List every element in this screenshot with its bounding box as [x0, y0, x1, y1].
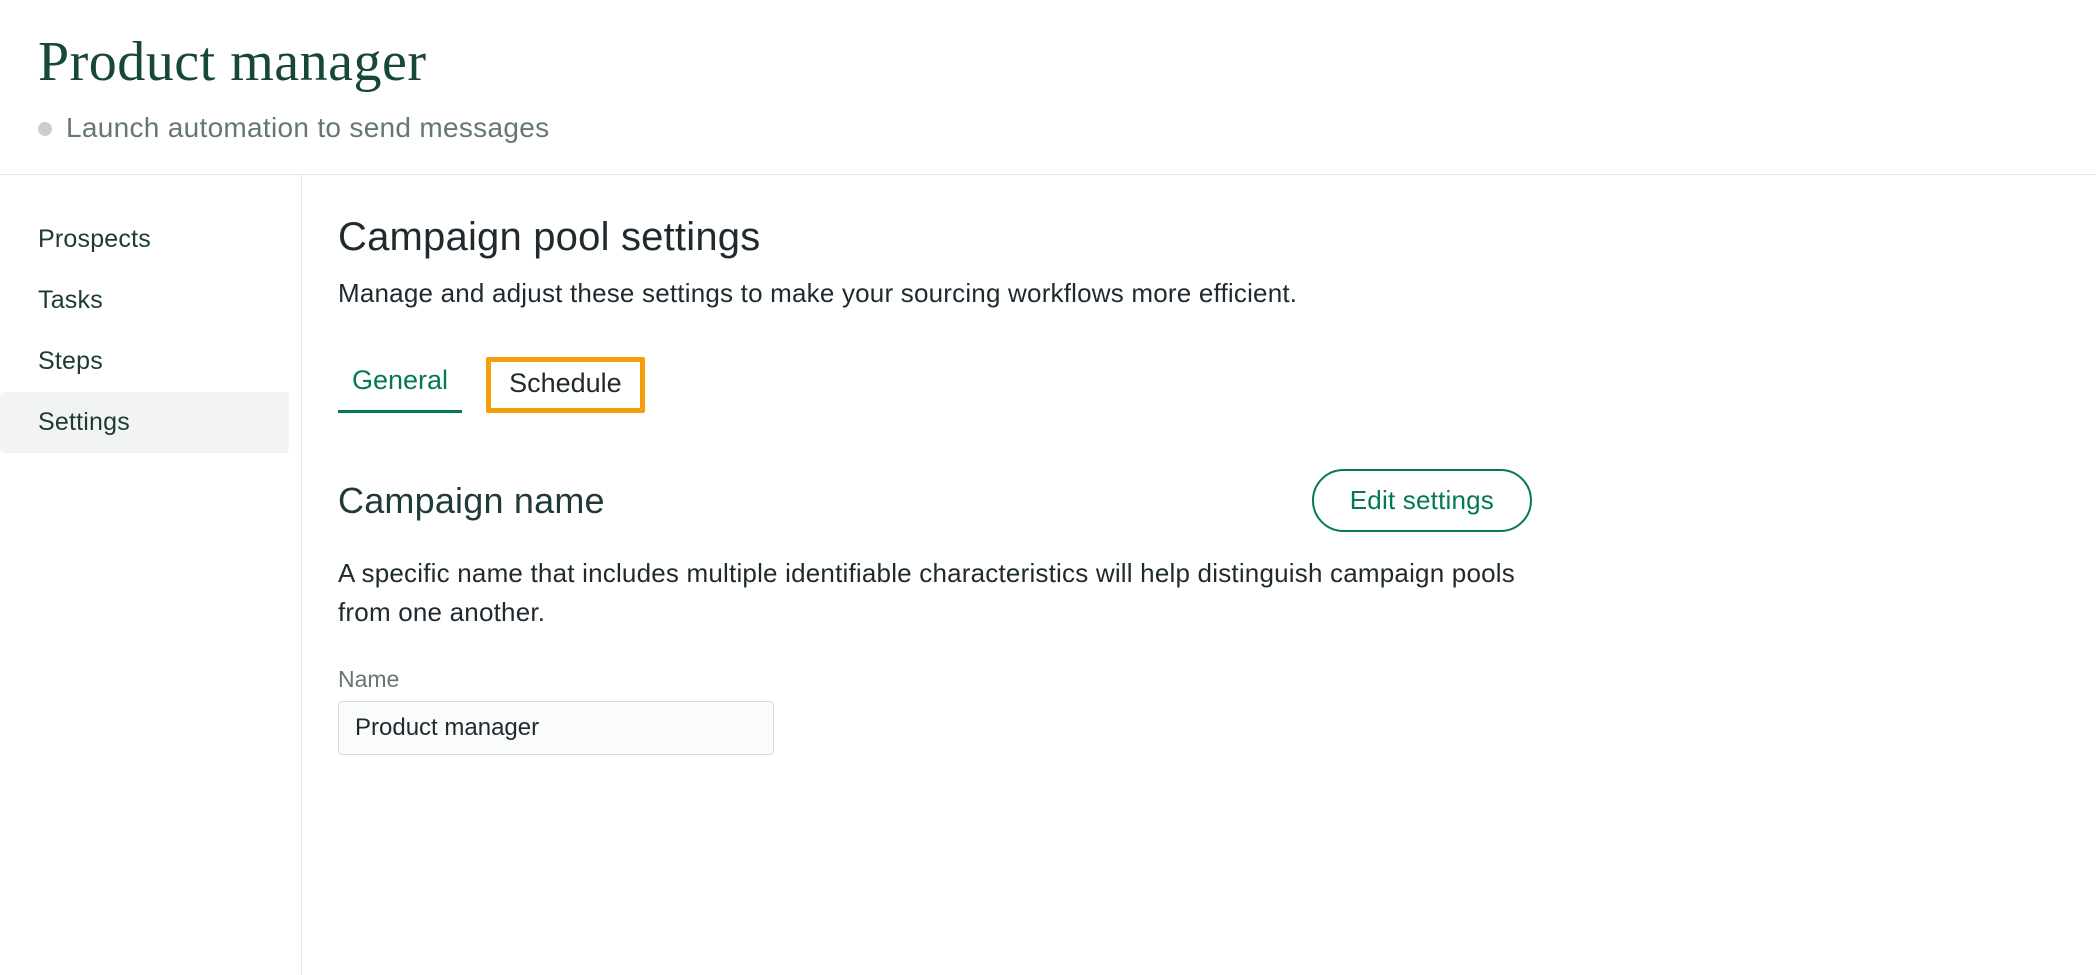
tab-schedule[interactable]: Schedule: [486, 357, 645, 413]
content-area: Campaign pool settings Manage and adjust…: [302, 175, 1532, 975]
campaign-name-title: Campaign name: [338, 480, 605, 522]
main-layout: Prospects Tasks Steps Settings Campaign …: [0, 175, 2096, 975]
sidebar-item-steps[interactable]: Steps: [0, 331, 289, 392]
tab-general[interactable]: General: [338, 357, 462, 413]
sidebar: Prospects Tasks Steps Settings: [0, 175, 302, 975]
settings-tabs: General Schedule: [338, 357, 1532, 413]
page-title: Product manager: [38, 30, 2096, 94]
status-dot-icon: [38, 122, 52, 136]
campaign-name-header-row: Campaign name Edit settings: [338, 469, 1532, 532]
settings-description: Manage and adjust these settings to make…: [338, 278, 1532, 309]
sidebar-item-settings[interactable]: Settings: [0, 392, 289, 453]
edit-settings-button[interactable]: Edit settings: [1312, 469, 1532, 532]
sidebar-item-tasks[interactable]: Tasks: [0, 270, 289, 331]
name-field-label: Name: [338, 666, 1532, 693]
page-header: Product manager Launch automation to sen…: [0, 0, 2096, 175]
sidebar-item-prospects[interactable]: Prospects: [0, 209, 289, 270]
subtitle-row: Launch automation to send messages: [38, 112, 2096, 144]
page-subtitle: Launch automation to send messages: [66, 112, 549, 144]
settings-title: Campaign pool settings: [338, 215, 1532, 260]
campaign-name-input[interactable]: [338, 701, 774, 755]
campaign-name-description: A specific name that includes multiple i…: [338, 554, 1518, 632]
